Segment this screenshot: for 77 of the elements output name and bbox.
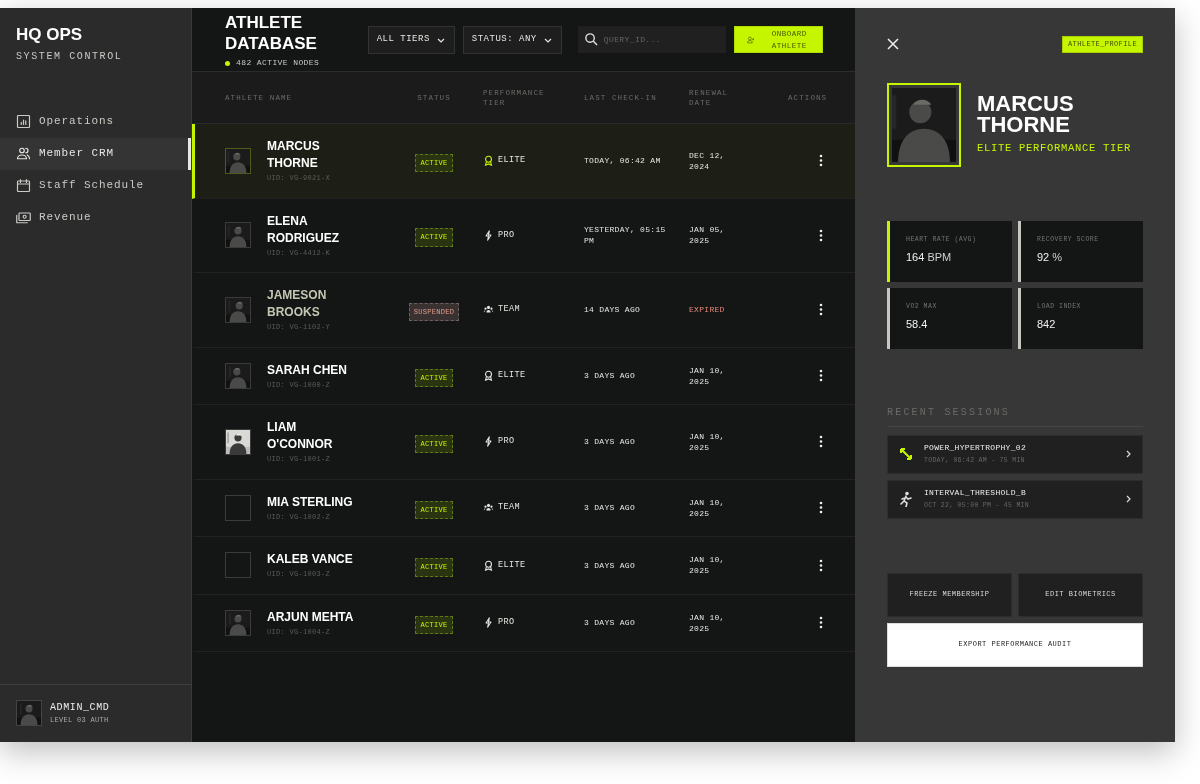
resize-arrow-icon xyxy=(898,446,914,462)
tier-label: PRO xyxy=(498,616,515,630)
renewal-date: JAN 10, 2025 xyxy=(688,554,726,577)
tier-label: PRO xyxy=(498,228,515,242)
athlete-name: KALEB VANCE xyxy=(267,551,354,568)
kebab-icon xyxy=(819,154,823,168)
check-in-time: 3 DAYS AGO xyxy=(583,370,636,382)
kebab-icon xyxy=(819,228,823,242)
chevron-right-icon xyxy=(1126,450,1132,458)
check-in-time: TODAY, 06:42 AM xyxy=(583,155,662,167)
sidebar-item[interactable]: Operations xyxy=(0,105,191,138)
athlete-name: ELENA RODRIGUEZ xyxy=(267,212,340,247)
money-icon xyxy=(16,210,31,226)
runner-icon xyxy=(898,491,914,507)
tier-label: ELITE PERFORMANCE TIER xyxy=(977,140,1132,156)
tier-label: TEAM xyxy=(498,303,520,317)
close-button[interactable] xyxy=(887,38,899,51)
metric-value: 842 xyxy=(1037,317,1057,333)
renewal-date: JAN 05, 2025 xyxy=(688,224,726,247)
filter-dropdown[interactable]: ALL TIERS xyxy=(367,26,455,54)
check-in-time: 3 DAYS AGO xyxy=(583,436,636,448)
athlete-name: SARAH CHEN xyxy=(267,361,348,379)
kebab-icon xyxy=(819,369,823,383)
renewal-date: JAN 10, 2025 xyxy=(688,496,726,519)
kebab-icon xyxy=(819,558,823,572)
metric-value: 164 BPM xyxy=(906,250,953,266)
award-icon xyxy=(483,155,494,167)
check-in-time: YESTERDAY, 05:15 PM xyxy=(583,224,667,247)
lightning-icon xyxy=(483,617,494,629)
kebab-icon xyxy=(819,435,823,449)
athlete-name: MARCUS THORNE xyxy=(977,92,1075,135)
tier-label: ELITE xyxy=(498,369,526,383)
calendar-icon xyxy=(16,178,31,194)
lightning-icon xyxy=(483,436,494,448)
brand-subtitle: SYSTEM CONTROL xyxy=(15,49,124,64)
tier-label: ELITE xyxy=(498,558,526,572)
athlete-name: MARCUS THORNE xyxy=(267,138,321,172)
session-name: POWER_HYPERTROPHY_02 xyxy=(924,442,1027,455)
kebab-icon xyxy=(819,501,823,515)
kebab-icon xyxy=(819,616,823,630)
brand-title: HQ OPS xyxy=(15,24,84,45)
chart-icon xyxy=(16,114,31,130)
kebab-icon xyxy=(819,303,823,317)
athlete-name: ARJUN MEHTA xyxy=(267,608,355,626)
athlete-name: MIA STERLING xyxy=(267,493,354,511)
close-icon xyxy=(887,38,899,51)
check-in-time: 3 DAYS AGO xyxy=(583,559,636,571)
renewal-date: JAN 10, 2025 xyxy=(688,611,726,634)
search-field[interactable]: QUERY_ID... xyxy=(577,26,726,53)
sidebar-item[interactable]: Member CRM xyxy=(0,137,191,170)
lightning-icon xyxy=(483,229,494,241)
sidebar-item[interactable]: Staff Schedule xyxy=(0,169,191,202)
athlete-name: LIAM O'CONNOR xyxy=(267,419,334,453)
session-name: INTERVAL_THRESHOLD_B xyxy=(924,487,1027,500)
users-icon xyxy=(16,146,31,162)
check-in-time: 14 DAYS AGO xyxy=(583,304,642,316)
renewal-date: DEC 12, 2024 xyxy=(688,149,726,172)
sidebar-item[interactable]: Revenue xyxy=(0,201,191,234)
chevron-right-icon xyxy=(1126,495,1132,503)
status-dot xyxy=(225,60,230,66)
renewal-date: JAN 10, 2025 xyxy=(688,430,726,453)
metric-value: 92 % xyxy=(1037,250,1064,266)
renewal-date: JAN 10, 2025 xyxy=(688,364,726,387)
tier-label: PRO xyxy=(498,435,515,449)
check-in-time: 3 DAYS AGO xyxy=(583,502,636,514)
tier-label: TEAM xyxy=(498,501,520,515)
active-nodes-count: 482 ACTIVE NODES xyxy=(236,57,320,69)
page-title: ATHLETE DATABASE xyxy=(225,12,318,54)
renewal-date: EXPIRED xyxy=(688,304,726,316)
metric-value: 58.4 xyxy=(906,317,929,333)
check-in-time: 3 DAYS AGO xyxy=(583,617,636,629)
tier-label: ELITE xyxy=(498,154,526,168)
user-name: ADMIN_CMD xyxy=(50,701,110,716)
award-icon xyxy=(483,559,494,571)
award-icon xyxy=(483,370,494,382)
filter-dropdown[interactable]: STATUS: ANY xyxy=(462,26,562,54)
athlete-name: JAMESON BROOKS xyxy=(267,287,328,321)
